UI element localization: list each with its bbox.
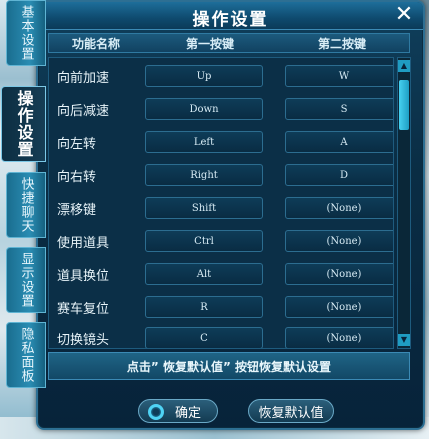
action-name: 向前加速	[57, 71, 110, 86]
reset-hint-text: 点击” 恢复默认值” 按钮恢复默认设置	[48, 352, 410, 380]
action-name: 向后减速	[57, 104, 110, 119]
table-row: 道具换位 Alt (None)	[49, 258, 393, 291]
close-icon[interactable]: ✕	[393, 3, 415, 27]
action-name: 切换镜头	[57, 333, 110, 348]
secondary-key-button[interactable]: (None)	[285, 197, 393, 219]
primary-key-button[interactable]: Up	[145, 65, 263, 87]
action-name: 使用道具	[57, 236, 110, 251]
table-row: 向后减速 Down S	[49, 93, 393, 126]
secondary-key-button[interactable]: (None)	[285, 296, 393, 318]
ok-button-label: 确定	[174, 405, 201, 421]
table-row: 赛车复位 R (None)	[49, 291, 393, 324]
dialog-title: 操作设置	[192, 10, 269, 30]
tab-quick-chat[interactable]: 快捷聊天	[6, 172, 46, 238]
tab-privacy-panel[interactable]: 隐私面板	[6, 322, 46, 388]
secondary-key-button[interactable]: (None)	[285, 327, 393, 348]
scroll-up-icon[interactable]: ▲	[398, 60, 410, 72]
column-header-primary: 第一按键	[185, 36, 234, 51]
primary-key-button[interactable]: Left	[145, 131, 263, 153]
secondary-key-button[interactable]: D	[285, 164, 393, 186]
action-name: 向右转	[57, 170, 97, 185]
table-row: 向左转 Left A	[49, 126, 393, 159]
ok-button[interactable]: 确定	[138, 399, 218, 423]
secondary-key-button[interactable]: (None)	[285, 263, 393, 285]
table-row: 切换镜头 C (None)	[49, 322, 393, 348]
table-row: 漂移键 Shift (None)	[49, 192, 393, 225]
scrollbar[interactable]: ▲ ▼	[397, 57, 411, 349]
action-name: 赛车复位	[57, 302, 110, 317]
table-row: 使用道具 Ctrl (None)	[49, 225, 393, 258]
primary-key-button[interactable]: Ctrl	[145, 230, 263, 252]
keybinding-table: 向前加速 Up W 向后减速 Down S 向左转 Left A 向右转 Rig…	[48, 57, 394, 349]
primary-key-button[interactable]: R	[145, 296, 263, 318]
scroll-down-icon[interactable]: ▼	[398, 334, 410, 346]
primary-key-button[interactable]: Down	[145, 98, 263, 120]
secondary-key-button[interactable]: W	[285, 65, 393, 87]
column-header-name: 功能名称	[71, 36, 120, 51]
primary-key-button[interactable]: C	[145, 327, 263, 348]
table-row: 向右转 Right D	[49, 159, 393, 192]
tab-basic-settings[interactable]: 基本设置	[6, 0, 46, 66]
title-bar: 操作设置 ✕	[38, 2, 423, 30]
secondary-key-button[interactable]: A	[285, 131, 393, 153]
tab-display-settings[interactable]: 显示设置	[6, 247, 46, 313]
ok-ring-icon	[148, 404, 164, 420]
action-name: 漂移键	[57, 203, 97, 218]
primary-key-button[interactable]: Right	[145, 164, 263, 186]
column-header-secondary: 第二按键	[317, 36, 366, 51]
side-tabs: 基本设置 操作设置 快捷聊天 显示设置 隐私面板	[0, 0, 46, 439]
scroll-thumb[interactable]	[399, 80, 409, 130]
tab-control-settings[interactable]: 操作设置	[1, 86, 46, 162]
primary-key-button[interactable]: Shift	[145, 197, 263, 219]
table-row: 向前加速 Up W	[49, 60, 393, 93]
reset-defaults-button[interactable]: 恢复默认值	[248, 399, 334, 423]
action-name: 道具换位	[57, 269, 110, 284]
secondary-key-button[interactable]: (None)	[285, 230, 393, 252]
secondary-key-button[interactable]: S	[285, 98, 393, 120]
primary-key-button[interactable]: Alt	[145, 263, 263, 285]
action-name: 向左转	[57, 137, 97, 152]
